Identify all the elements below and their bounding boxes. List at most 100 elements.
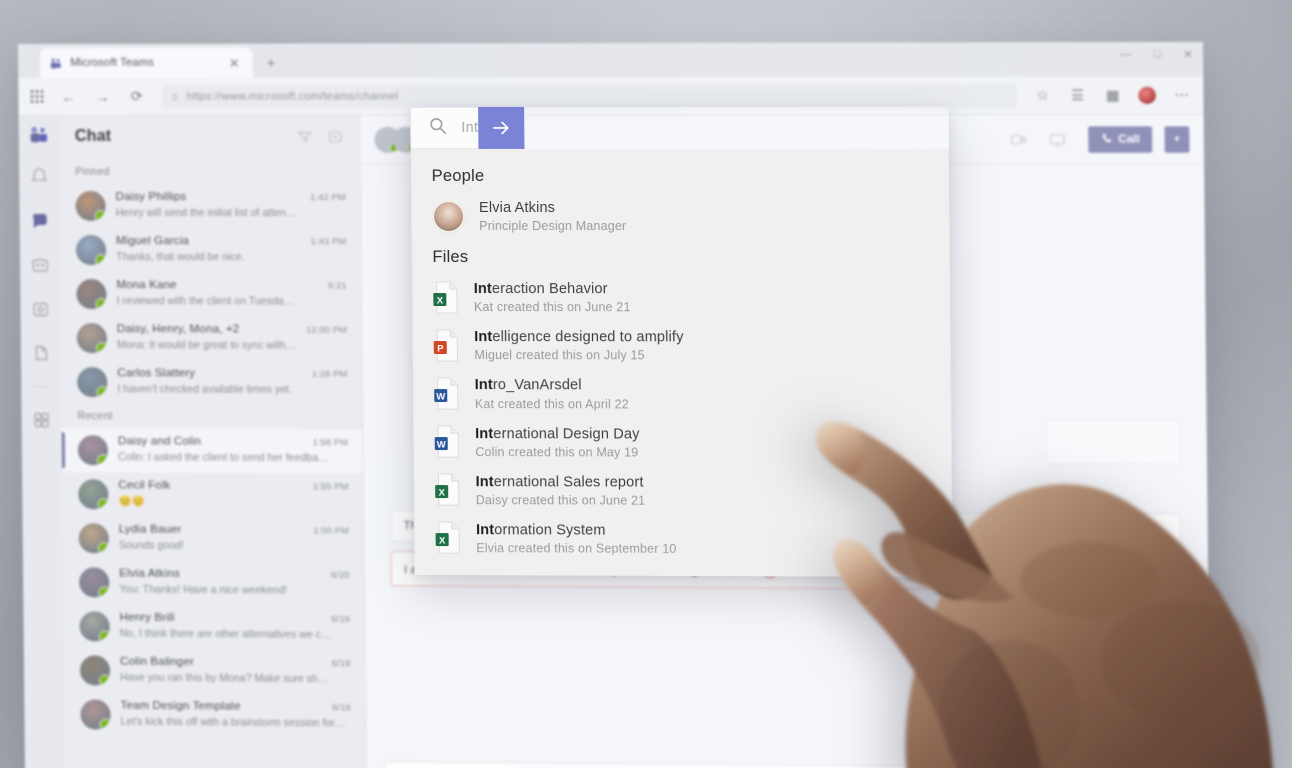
- chat-list-item[interactable]: Colin Balinger 6/19 Have you ran this by M…: [64, 648, 365, 694]
- call-button[interactable]: Call: [1088, 125, 1153, 153]
- address-bar-url: https://www.microsoft.com/teams/channel: [186, 90, 399, 103]
- call-options-chevron-down-icon[interactable]: ▾: [1164, 125, 1190, 153]
- chat-item-timestamp: 1:29 PM: [311, 368, 348, 380]
- avatar: [78, 523, 109, 554]
- file-name: Intro_VanArsdel: [475, 376, 629, 394]
- file-text: Interaction Behavior Kat created this on …: [474, 280, 631, 314]
- chat-list-item[interactable]: Lydia Bauer 1:00 PM Sounds good!: [63, 516, 364, 562]
- file-name-match: Int: [473, 281, 493, 298]
- new-chat-icon[interactable]: [327, 129, 343, 145]
- chat-list-item[interactable]: Cecil Folk 1:55 PM 😊😊: [62, 472, 363, 517]
- chat-list-item[interactable]: Miguel Garcia 1:43 PM Thanks, that would b…: [60, 228, 361, 272]
- search-bar[interactable]: Int: [410, 106, 479, 149]
- file-name-match: Int: [475, 473, 494, 490]
- chat-item-preview: Have you ran this by Mona? Make sure sh…: [120, 671, 329, 686]
- chat-item-name: Henry Brill: [119, 611, 175, 624]
- chat-item-preview: You: Thanks! Have a nice weekend!: [119, 583, 288, 597]
- favorite-icon[interactable]: ☆: [1033, 87, 1052, 104]
- app-grid-icon[interactable]: [30, 89, 44, 103]
- file-text: Intelligence designed to amplify Miguel c…: [474, 328, 684, 362]
- chat-list-item[interactable]: Elvia Atkins 6/20 You: Thanks! Have a nice…: [63, 560, 364, 606]
- new-tab-icon[interactable]: +: [263, 54, 279, 72]
- sidebar-item-teams[interactable]: [29, 254, 51, 276]
- avatar: [431, 199, 466, 233]
- chat-list-item[interactable]: Henry Brill 6/19 No, I think there are oth…: [63, 604, 364, 650]
- video-call-icon[interactable]: [1010, 131, 1027, 147]
- minimize-icon[interactable]: —: [1119, 48, 1130, 61]
- svg-text:X: X: [438, 488, 445, 499]
- person-text: Elvia Atkins Principle Design Manager: [479, 199, 626, 233]
- chat-list-item[interactable]: Daisy and Colin 1:58 PM Colin: I asked the…: [61, 428, 363, 474]
- phone-icon: [1100, 132, 1111, 146]
- excel-file-icon: X: [435, 473, 462, 506]
- more-icon[interactable]: ⋯: [1172, 87, 1191, 104]
- file-name-match: Int: [474, 377, 493, 394]
- file-name-match: Int: [474, 329, 493, 346]
- search-icon: [428, 115, 448, 140]
- chat-item-timestamp: 6/18: [332, 702, 351, 714]
- back-icon[interactable]: ←: [59, 88, 77, 104]
- extensions-icon[interactable]: ▦: [1103, 87, 1122, 104]
- close-icon[interactable]: ✕: [225, 54, 244, 71]
- chat-list-item[interactable]: Carlos Slattery 1:29 PM I haven't checked …: [61, 360, 362, 405]
- file-name: Interaction Behavior: [474, 280, 631, 298]
- chat-item-text: Henry Brill 6/19 No, I think there are oth…: [120, 612, 351, 644]
- chat-list-item[interactable]: Daisy Phillips 1:42 PM Henry will send the…: [59, 184, 360, 228]
- chat-item-text: Cecil Folk 1:55 PM 😊😊: [118, 479, 349, 510]
- call-button-label: Call: [1118, 132, 1140, 146]
- chat-item-name: Mona Kane: [116, 279, 177, 292]
- scene: Microsoft Teams ✕ + — □ ✕ ← → ⟳ ⌂ https:…: [0, 0, 1292, 768]
- collections-icon[interactable]: ☰: [1068, 87, 1087, 104]
- chat-item-timestamp: 1:58 PM: [312, 437, 349, 449]
- chat-item-text: Daisy, Henry, Mona, +2 12:00 PM Mona: It w…: [117, 323, 348, 354]
- reload-icon[interactable]: ⟳: [128, 88, 146, 105]
- chat-item-name: Colin Balinger: [119, 655, 195, 669]
- search-input[interactable]: Int: [461, 120, 478, 136]
- chat-item-name: Daisy, Henry, Mona, +2: [116, 323, 240, 336]
- chat-item-timestamp: 12:00 PM: [306, 324, 348, 336]
- teams-favicon-icon: [49, 56, 62, 69]
- sidebar-item-chat[interactable]: [29, 210, 51, 232]
- file-meta: Kat created this on June 21: [473, 300, 631, 315]
- filter-icon[interactable]: [297, 129, 313, 145]
- chat-list-item[interactable]: Team Design Template 6/18 Let's kick this …: [64, 692, 365, 738]
- sidebar-item-calendar[interactable]: [29, 298, 51, 320]
- file-text: International Design Day Colin created th…: [475, 425, 640, 460]
- profile-avatar[interactable]: [1138, 86, 1156, 104]
- avatar: [77, 367, 108, 398]
- avatar: [75, 235, 107, 266]
- window-close-icon[interactable]: ✕: [1183, 48, 1193, 61]
- browser-tabstrip: Microsoft Teams ✕ + — □ ✕: [18, 41, 1204, 78]
- powerpoint-file-icon: P: [433, 329, 460, 362]
- svg-text:X: X: [437, 295, 444, 306]
- search-submit-button[interactable]: [478, 106, 525, 149]
- search-row: Int: [410, 106, 949, 149]
- chat-list-item[interactable]: Daisy, Henry, Mona, +2 12:00 PM Mona: It w…: [61, 316, 362, 361]
- search-result-file[interactable]: X Interaction Behavior Kat created this on…: [413, 273, 950, 322]
- sidebar-item-apps[interactable]: [31, 409, 53, 431]
- chat-item-preview: Mona: It would be great to sync with…: [116, 339, 296, 352]
- participant-avatars: [374, 126, 420, 153]
- address-bar[interactable]: ⌂ https://www.microsoft.com/teams/channe…: [161, 83, 1018, 109]
- chat-item-timestamp: 6/19: [331, 658, 351, 670]
- chat-list-item[interactable]: Mona Kane 6:21 I reviewed with the client …: [60, 272, 361, 317]
- home-icon: ⌂: [171, 90, 179, 103]
- chat-item-preview: Let's kick this off with a brainstorm se…: [120, 715, 346, 730]
- screen-share-icon[interactable]: [1049, 131, 1066, 147]
- person-name: Elvia Atkins: [478, 199, 556, 217]
- chat-item-text: Mona Kane 6:21 I reviewed with the client …: [116, 279, 347, 309]
- file-name: International Design Day: [475, 425, 640, 444]
- teams-logo-icon: [29, 126, 49, 144]
- people-results: Elvia Atkins Principle Design Manager: [412, 192, 949, 240]
- results-heading-people: People: [431, 166, 485, 185]
- file-meta: Daisy created this on June 21: [475, 492, 646, 508]
- sidebar-item-files[interactable]: [30, 342, 52, 364]
- browser-tab-teams[interactable]: Microsoft Teams ✕: [40, 47, 254, 78]
- sidebar-item-activity[interactable]: [28, 166, 50, 188]
- chat-item-name: Elvia Atkins: [119, 567, 181, 580]
- maximize-icon[interactable]: □: [1154, 48, 1161, 61]
- search-result-person[interactable]: Elvia Atkins Principle Design Manager: [412, 192, 949, 240]
- chat-item-timestamp: 1:43 PM: [310, 236, 347, 248]
- chat-item-timestamp: 1:55 PM: [312, 481, 349, 493]
- forward-icon[interactable]: →: [93, 88, 111, 104]
